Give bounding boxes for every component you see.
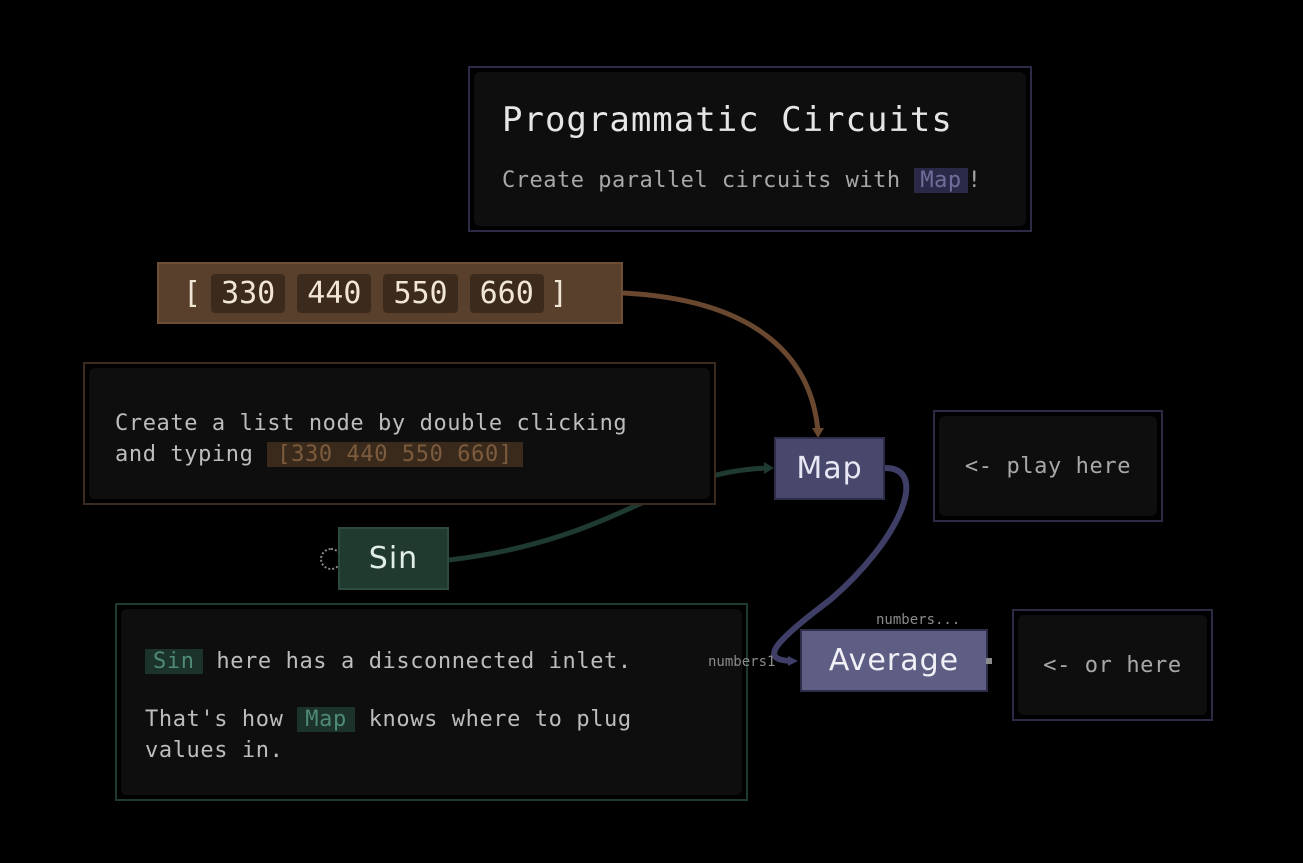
list-value[interactable]: 440 bbox=[297, 273, 372, 313]
sin-node[interactable]: Sin bbox=[338, 527, 449, 590]
title-card: Programmatic Circuits Create parallel ci… bbox=[468, 66, 1032, 232]
sin-hint-p2-before: That's how bbox=[145, 707, 298, 732]
sin-hint-p2-line1: That's how Map knows where to plug bbox=[145, 704, 632, 735]
sin-chip: Sin bbox=[145, 649, 203, 674]
list-value[interactable]: 660 bbox=[469, 273, 544, 313]
list-syntax-chip: [330 440 550 660] bbox=[267, 442, 523, 467]
title-card-inner: Programmatic Circuits Create parallel ci… bbox=[474, 72, 1026, 226]
list-hint-card-inner: Create a list node by double clicking an… bbox=[89, 368, 710, 499]
list-hint-line2: and typing [330 440 550 660] bbox=[115, 439, 627, 470]
sin-hint-p2-line2: values in. bbox=[145, 738, 284, 763]
list-hint-line1: Create a list node by double clicking bbox=[115, 411, 628, 436]
play-hint-text: <- play here bbox=[939, 416, 1157, 516]
sin-hint-p2-after: knows where to plug bbox=[354, 707, 632, 732]
list-close-bracket: ] bbox=[549, 275, 568, 311]
page-subtitle: Create parallel circuits with Map! bbox=[502, 168, 981, 193]
sin-hint-card-inner: Sin here has a disconnected inlet. That'… bbox=[121, 609, 742, 795]
average-outlet[interactable] bbox=[986, 658, 992, 664]
page-title: Programmatic Circuits bbox=[502, 100, 953, 140]
subtitle-exclaim: ! bbox=[967, 168, 982, 193]
list-value[interactable]: 330 bbox=[211, 273, 286, 313]
list-hint-text: Create a list node by double clicking an… bbox=[115, 408, 627, 470]
play-hint-card: <- play here bbox=[933, 410, 1163, 522]
list-node[interactable]: [ 330 440 550 660 ] bbox=[157, 262, 623, 324]
average-inlet-label: numbers1 bbox=[708, 654, 776, 670]
subtitle-text: Create parallel circuits with bbox=[502, 168, 915, 193]
list-value[interactable]: 550 bbox=[383, 273, 458, 313]
list-hint-line2-text: and typing bbox=[115, 442, 268, 467]
map-chip: Map bbox=[914, 168, 968, 193]
map-chip-green: Map bbox=[297, 707, 355, 732]
sin-hint-paragraph1: Sin here has a disconnected inlet. bbox=[145, 649, 632, 674]
sin-hint-p1-text: here has a disconnected inlet. bbox=[202, 649, 632, 674]
or-hint-card: <- or here bbox=[1012, 609, 1213, 721]
sin-to-map-arrowhead bbox=[764, 462, 774, 474]
map-node[interactable]: Map bbox=[774, 437, 885, 500]
average-node[interactable]: Average bbox=[800, 629, 988, 692]
average-top-label: numbers... bbox=[876, 612, 961, 628]
map-to-average-arrowhead bbox=[788, 656, 798, 666]
sin-hint-paragraph2: That's how Map knows where to plug value… bbox=[145, 704, 632, 766]
or-hint-text: <- or here bbox=[1018, 615, 1207, 715]
list-open-bracket: [ bbox=[183, 275, 202, 311]
list-hint-card: Create a list node by double clicking an… bbox=[83, 362, 716, 505]
sin-hint-card: Sin here has a disconnected inlet. That'… bbox=[115, 603, 748, 801]
